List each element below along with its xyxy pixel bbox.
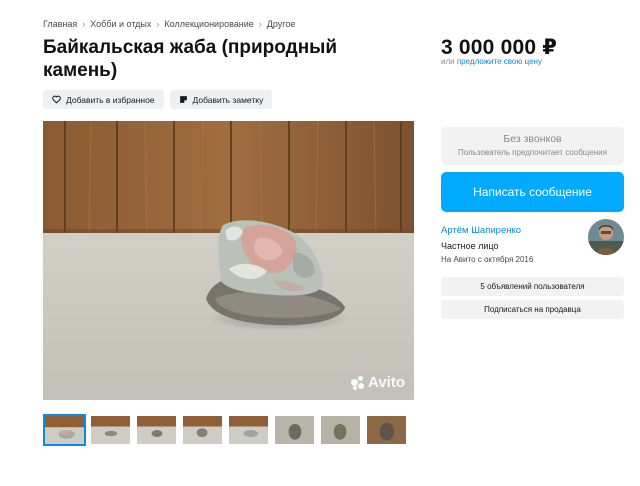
thumbnail-6[interactable]: [273, 414, 316, 446]
seller-ads-button[interactable]: 5 объявлений пользователя: [441, 277, 624, 296]
add-to-favorites-button[interactable]: Добавить в избранное: [43, 90, 164, 109]
subscribe-seller-button[interactable]: Подписаться на продавца: [441, 300, 624, 319]
seller-sidebar: Без звонков Пользователь предпочитает со…: [441, 127, 624, 319]
seller-avatar[interactable]: [588, 219, 624, 255]
no-calls-subtitle: Пользователь предпочитает сообщения: [458, 148, 607, 157]
seller-since: На Авито с октября 2016: [441, 255, 534, 264]
breadcrumb-hobby[interactable]: Хобби и отдых: [90, 19, 151, 29]
thumbnail-5[interactable]: [227, 414, 270, 446]
breadcrumb-collecting[interactable]: Коллекционирование: [164, 19, 253, 29]
photo-thumbnails: [43, 414, 408, 446]
no-calls-notice: Без звонков Пользователь предпочитает со…: [441, 127, 624, 165]
breadcrumb-other[interactable]: Другое: [267, 19, 296, 29]
thumbnail-4[interactable]: [181, 414, 224, 446]
avito-watermark-text: Avito: [368, 374, 405, 391]
chevron-right-icon: ›: [82, 19, 86, 29]
thumbnail-3[interactable]: [135, 414, 178, 446]
add-note-button[interactable]: Добавить заметку: [169, 90, 273, 109]
main-photo[interactable]: Avito: [43, 121, 414, 400]
thumbnail-1[interactable]: [43, 414, 86, 446]
avito-logo-icon: [351, 375, 365, 390]
add-note-label: Добавить заметку: [192, 94, 264, 105]
chevron-right-icon: ›: [258, 19, 262, 29]
note-icon: [179, 96, 187, 103]
breadcrumb: Главная › Хобби и отдых › Коллекциониров…: [43, 19, 295, 29]
breadcrumb-home[interactable]: Главная: [43, 19, 77, 29]
avito-watermark: Avito: [351, 374, 405, 391]
listing-actions: Добавить в избранное Добавить заметку: [43, 90, 273, 109]
seller-info: Артём Шапиренко Частное лицо На Авито с …: [441, 219, 624, 265]
price-offer-prefix: или: [441, 57, 455, 66]
thumbnail-7[interactable]: [319, 414, 362, 446]
heart-icon: [52, 95, 61, 104]
thumbnail-8[interactable]: [365, 414, 408, 446]
thumbnail-2[interactable]: [89, 414, 132, 446]
add-to-favorites-label: Добавить в избранное: [66, 94, 155, 105]
price-offer-line: или предложите свою цену: [441, 57, 542, 66]
no-calls-title: Без звонков: [503, 133, 562, 145]
offer-price-link[interactable]: предложите свою цену: [457, 57, 542, 66]
listing-title: Байкальская жаба (природный камень): [43, 37, 338, 81]
chevron-right-icon: ›: [156, 19, 160, 29]
write-message-button[interactable]: Написать сообщение: [441, 172, 624, 212]
